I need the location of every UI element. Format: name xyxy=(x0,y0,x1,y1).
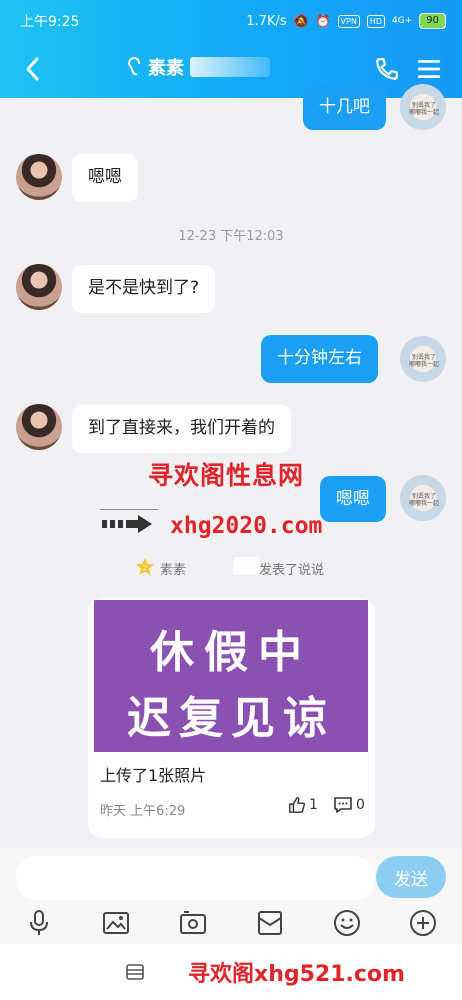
chat-title[interactable]: 素素 xyxy=(128,52,270,82)
message-bubble-received[interactable]: 到了直接来，我们开着的 xyxy=(72,405,291,453)
watermark-bottom: 寻欢阁xhg521.com xyxy=(188,962,405,987)
vpn-badge: VPN xyxy=(337,14,360,28)
message-bubble-received[interactable]: 嗯嗯 xyxy=(72,154,138,202)
send-button[interactable]: 发送 xyxy=(376,856,446,898)
card-image[interactable]: 休假中 迟复见谅 xyxy=(94,600,368,752)
notice-action: 发表了说说 xyxy=(259,563,325,578)
red-packet-icon[interactable] xyxy=(255,908,285,938)
microphone-icon[interactable] xyxy=(24,908,54,938)
message-bubble-sent[interactable]: 十几吧 xyxy=(303,86,386,130)
comment-icon xyxy=(334,797,352,813)
watermark-title: 寻欢阁性息网 xyxy=(148,461,305,490)
nav-bar: 素素 xyxy=(0,48,462,90)
my-avatar[interactable]: 别丢我了 嘟嘟我一起 xyxy=(400,84,446,130)
comment-count: 0 xyxy=(356,797,365,813)
signal-label: 4G+ xyxy=(392,16,413,26)
battery-level: 90 xyxy=(419,13,446,29)
hd-badge: HD xyxy=(366,14,386,28)
like-button[interactable]: 1 xyxy=(288,796,318,814)
contact-name: 素素 xyxy=(148,58,184,79)
image-icon[interactable] xyxy=(101,908,131,938)
input-bar: 发送 xyxy=(0,848,462,944)
like-count: 1 xyxy=(309,797,318,813)
menu-icon[interactable] xyxy=(416,56,442,82)
message-bubble-sent[interactable]: 十分钟左右 xyxy=(261,335,378,383)
emoji-icon[interactable] xyxy=(332,908,362,938)
message-timestamp: 12-23 下午12:03 xyxy=(178,229,284,244)
contact-avatar[interactable] xyxy=(16,404,62,450)
notice-name: 素素 xyxy=(160,563,187,578)
contact-avatar[interactable] xyxy=(16,154,62,200)
card-image-line2: 迟复见谅 xyxy=(127,693,335,744)
network-speed: 1.7K/s xyxy=(246,13,287,29)
comment-button[interactable]: 0 xyxy=(333,796,365,814)
input-toolbar xyxy=(0,904,462,940)
arrow-icon xyxy=(102,515,152,533)
recent-apps-icon[interactable] xyxy=(126,964,144,980)
my-avatar[interactable]: 别丢我了 嘟嘟我一起 xyxy=(400,475,446,521)
status-bar: 上午9:25 1.7K/s 🔕 ⏰ VPN HD 4G+ 90 xyxy=(20,10,446,32)
star-icon: 2 xyxy=(136,558,154,575)
system-nav-bar: 寻欢阁xhg521.com xyxy=(0,944,462,1000)
status-time: 上午9:25 xyxy=(20,14,80,30)
card-time: 昨天 上午6:29 xyxy=(100,804,186,819)
plus-icon[interactable] xyxy=(408,908,438,938)
svg-text:2: 2 xyxy=(143,564,147,572)
feed-card[interactable]: 休假中 迟复见谅 上传了1张照片 昨天 上午6:29 1 0 xyxy=(88,598,375,838)
contact-avatar[interactable] xyxy=(16,264,62,310)
watermark-link: xhg2020.com xyxy=(170,513,323,539)
message-input[interactable] xyxy=(16,856,375,900)
card-caption: 上传了1张照片 xyxy=(100,766,207,785)
my-avatar[interactable]: 别丢我了 嘟嘟我一起 xyxy=(400,336,446,382)
message-bubble-received[interactable]: 是不是快到了? xyxy=(72,265,216,313)
phone-icon[interactable] xyxy=(374,56,400,82)
card-image-line1: 休假中 xyxy=(150,627,312,678)
camera-icon[interactable] xyxy=(178,908,208,938)
alarm-icon: ⏰ xyxy=(315,14,331,28)
ear-icon xyxy=(128,57,141,76)
status-icons: 1.7K/s 🔕 ⏰ VPN HD 4G+ 90 xyxy=(246,13,446,29)
notice-name-blur xyxy=(234,557,260,575)
app-header: 上午9:25 1.7K/s 🔕 ⏰ VPN HD 4G+ 90 素素 xyxy=(0,0,462,98)
thumbs-up-icon xyxy=(289,797,306,813)
post-notice: 2 素素 发表了说说 xyxy=(0,557,462,579)
name-blur xyxy=(190,57,270,77)
back-icon[interactable] xyxy=(20,54,46,84)
mute-icon: 🔕 xyxy=(293,14,309,28)
message-bubble-sent[interactable]: 嗯嗯 xyxy=(320,476,386,522)
